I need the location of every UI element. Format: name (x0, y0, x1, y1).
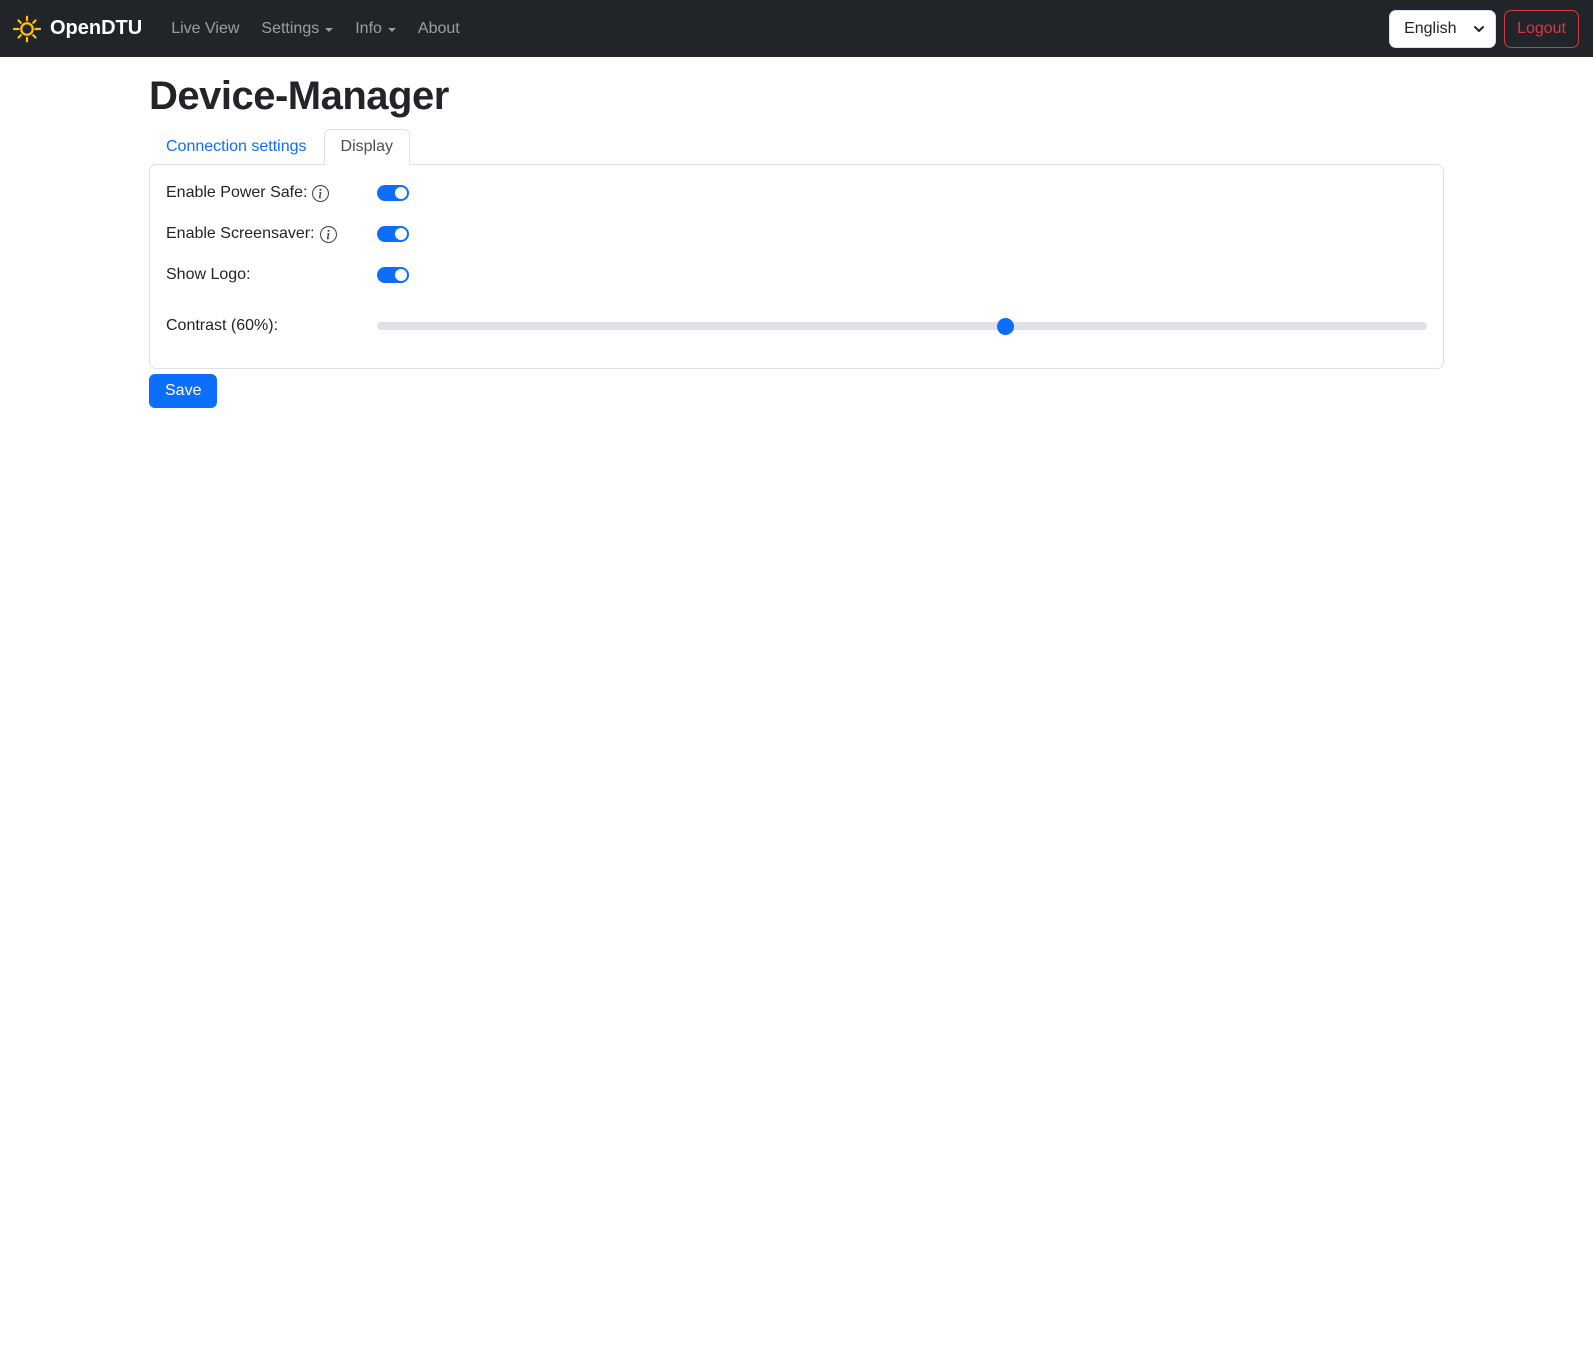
form-row-screensaver: Enable Screensaver: (166, 222, 1427, 246)
nav-item-info[interactable]: Info (347, 12, 404, 46)
chevron-down-icon (387, 27, 396, 32)
chevron-down-icon (325, 27, 334, 32)
navbar-left: OpenDTU Live View Settings Info About (12, 12, 471, 46)
control-col (377, 185, 1427, 201)
label-col: Enable Power Safe: (166, 184, 377, 202)
form-row-contrast: Contrast (60%): (166, 304, 1427, 348)
tab-display[interactable]: Display (323, 129, 410, 165)
brand-link[interactable]: OpenDTU (12, 14, 142, 44)
show-logo-toggle-screensaver[interactable] (377, 226, 409, 242)
label-col: Contrast (60%): (166, 317, 377, 335)
contrast-slider[interactable] (377, 317, 1427, 335)
display-settings-card: Enable Power Safe: Enable Screensaver: S… (149, 164, 1444, 369)
switch-knob (395, 228, 407, 240)
tab-connection-settings[interactable]: Connection settings (149, 129, 324, 165)
language-select-wrap: English (1389, 9, 1497, 48)
form-row-show-logo: Show Logo: (166, 263, 1427, 287)
label-col: Enable Screensaver: (166, 225, 377, 243)
form-row-power-safe: Enable Power Safe: (166, 181, 1427, 205)
logout-button[interactable]: Logout (1504, 9, 1579, 48)
switch-track (377, 185, 409, 201)
nav-item-live-view[interactable]: Live View (163, 12, 247, 46)
sun-logo-icon (12, 14, 42, 44)
control-col (377, 267, 1427, 283)
brand-label: OpenDTU (50, 17, 143, 39)
switch-knob (395, 187, 407, 199)
language-select[interactable]: English (1389, 9, 1497, 48)
control-col (377, 226, 1427, 242)
control-col (377, 317, 1427, 335)
power-safe-label: Enable Power Safe: (166, 184, 308, 201)
switch-track (377, 226, 409, 242)
switch-knob (395, 269, 407, 281)
label-col: Show Logo: (166, 266, 377, 284)
info-circle-icon[interactable] (319, 225, 337, 243)
navbar-right: English Logout (1389, 9, 1581, 48)
contrast-label: Contrast (60%): (166, 317, 279, 334)
save-button[interactable]: Save (149, 374, 218, 408)
power-safe-toggle[interactable] (377, 185, 409, 201)
screensaver-label: Enable Screensaver: (166, 225, 315, 242)
main-content: Device-Manager Connection settings Displ… (149, 74, 1444, 408)
show-logo-toggle[interactable] (377, 267, 409, 283)
switch-track (377, 267, 409, 283)
show-logo-label: Show Logo: (166, 266, 251, 283)
nav-item-about[interactable]: About (410, 12, 468, 46)
page-title: Device-Manager (149, 74, 449, 118)
info-circle-icon[interactable] (312, 184, 330, 202)
tab-bar: Connection settings Display (149, 129, 1444, 165)
nav-item-settings[interactable]: Settings (253, 12, 341, 46)
navbar: OpenDTU Live View Settings Info About En… (0, 0, 1593, 57)
